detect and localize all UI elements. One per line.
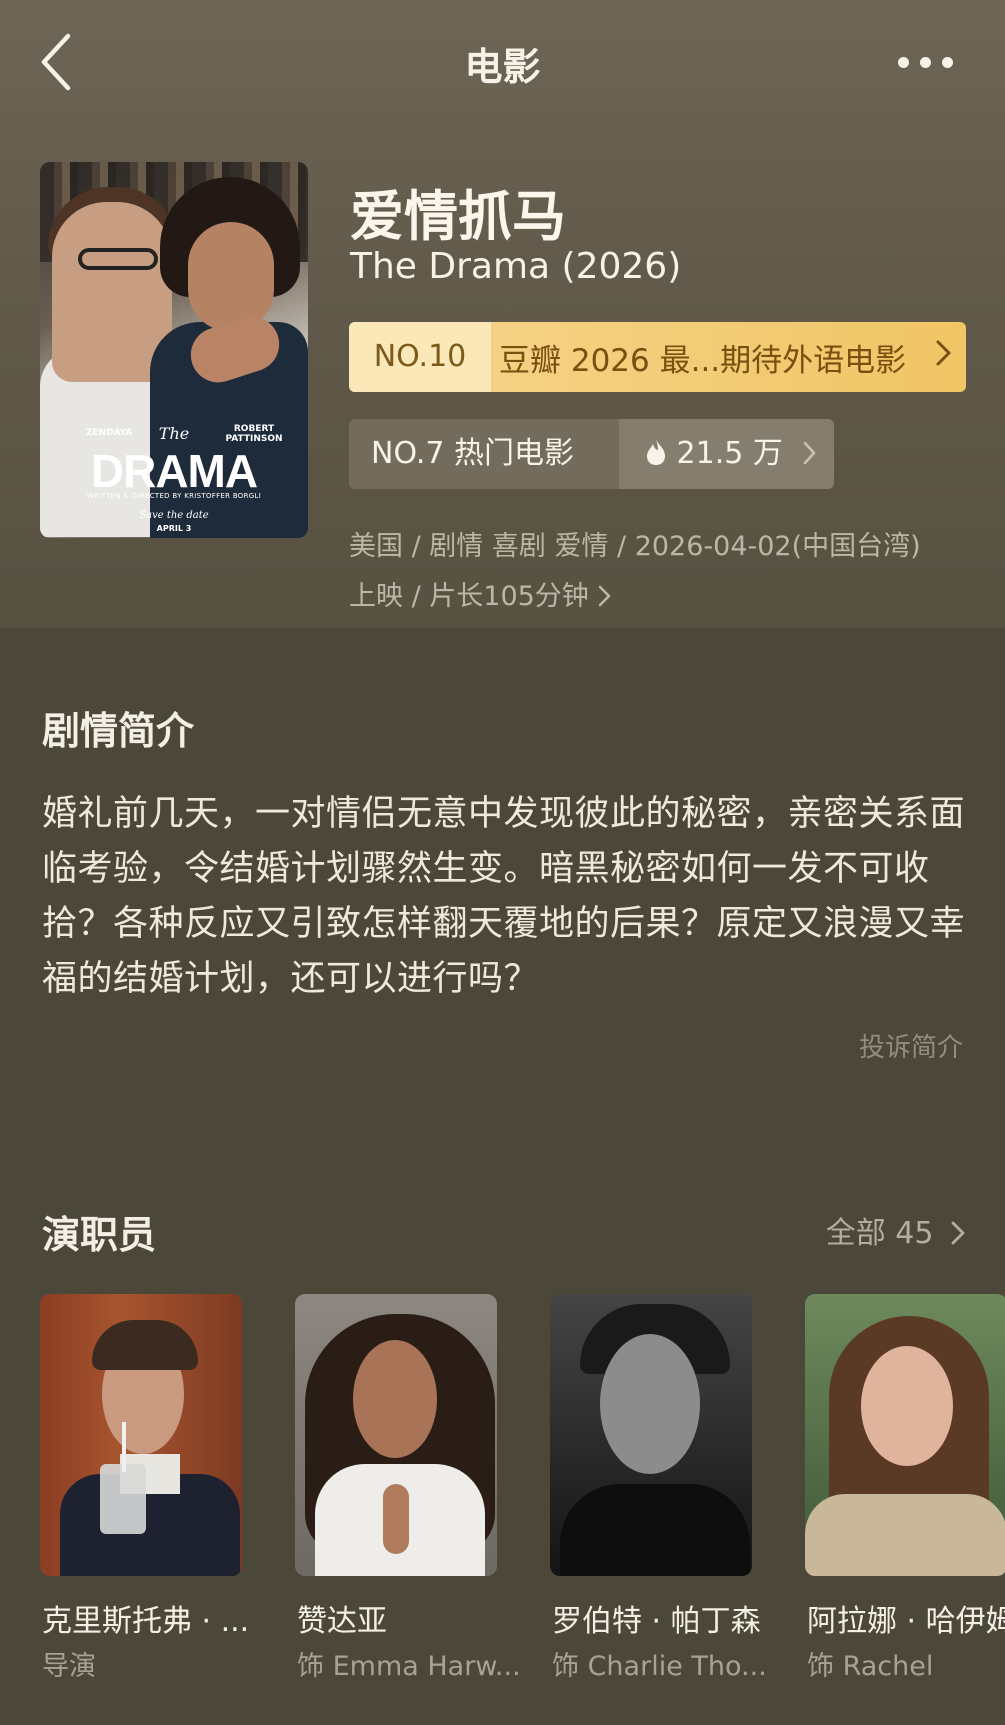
chevron-right-icon: [802, 436, 818, 471]
cast-role: 饰 Emma Harw...: [297, 1651, 521, 1682]
cast-card[interactable]: 阿拉娜 · 哈伊姆 饰 Rachel: [805, 1294, 1005, 1682]
heat-count: 21.5 万: [619, 419, 834, 489]
cast-name: 克里斯托弗 · ...: [42, 1604, 250, 1639]
cast-all-link[interactable]: 全部 45: [826, 1208, 967, 1252]
chevron-right-icon: [934, 338, 966, 376]
cast-name: 赞达亚: [297, 1604, 387, 1639]
movie-meta-text: 美国 / 剧情 喜剧 爱情 / 2026-04-02(中国台湾) 上映 / 片长…: [349, 531, 921, 612]
cast-name: 阿拉娜 · 哈伊姆: [807, 1604, 1005, 1639]
movie-meta[interactable]: 美国 / 剧情 喜剧 爱情 / 2026-04-02(中国台湾) 上映 / 片长…: [349, 522, 949, 622]
cast-card[interactable]: 克里斯托弗 · ... 导演: [40, 1294, 249, 1682]
cast-photo: [295, 1294, 497, 1576]
cast-heading: 演职员: [42, 1213, 157, 1257]
nav-bar: 电影: [0, 0, 1005, 130]
poster-the: The: [158, 424, 190, 443]
report-synopsis-link[interactable]: 投诉简介: [859, 1027, 963, 1064]
poster-title: DRAMA: [90, 445, 258, 497]
movie-poster[interactable]: ZENDAYA ROBERT PATTINSON The DRAMA WRITT…: [40, 162, 308, 538]
cast-photo: [40, 1294, 242, 1576]
douban-rank-number: NO.10: [349, 322, 491, 392]
douban-rank-banner[interactable]: NO.10 豆瓣 2026 最...期待外语电影: [349, 322, 966, 392]
cast-role: 饰 Charlie Tho...: [552, 1651, 767, 1682]
cast-card[interactable]: 罗伯特 · 帕丁森 饰 Charlie Tho...: [550, 1294, 767, 1682]
flame-icon: [647, 439, 665, 465]
synopsis-text: 婚礼前几天，一对情侣无意中发现彼此的秘密，亲密关系面临考验，令结婚计划骤然生变。…: [42, 794, 966, 999]
poster-save: Save the date: [139, 510, 209, 521]
hot-rank-banner[interactable]: NO.7 热门电影 21.5 万: [349, 419, 834, 489]
more-button[interactable]: [896, 52, 956, 72]
douban-rank-label: 豆瓣 2026 最...期待外语电影: [499, 342, 907, 379]
chevron-right-icon: [951, 1221, 965, 1245]
cast-name: 罗伯特 · 帕丁森: [552, 1604, 761, 1639]
cast-role: 导演: [42, 1651, 96, 1682]
synopsis-heading: 剧情简介: [42, 709, 195, 753]
cast-role: 饰 Rachel: [807, 1651, 934, 1682]
movie-title-en: The Drama (2026): [350, 246, 682, 287]
cast-all-label: 全部 45: [825, 1216, 934, 1251]
cast-photo: [550, 1294, 752, 1576]
heat-value: 21.5 万: [676, 436, 783, 471]
page-title: 电影: [464, 45, 541, 89]
poster-date: APRIL 3: [156, 524, 192, 533]
chevron-right-icon: [599, 585, 611, 607]
poster-credit: WRITTEN & DIRECTED BY KRISTOFFER BORGLI: [86, 492, 262, 500]
poster-figure: [188, 222, 274, 332]
cast-card[interactable]: 赞达亚 饰 Emma Harw...: [295, 1294, 521, 1682]
movie-title-cn: 爱情抓马: [350, 185, 566, 248]
poster-figure: [78, 248, 158, 270]
hot-rank-number: NO.7 热门电影: [349, 419, 619, 489]
cast-photo: [805, 1294, 1005, 1576]
